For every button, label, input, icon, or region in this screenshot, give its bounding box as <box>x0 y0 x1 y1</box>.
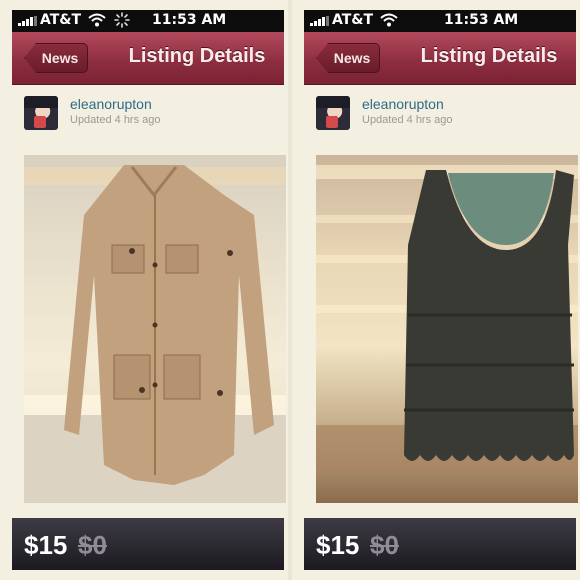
back-button-label: News <box>41 50 79 66</box>
seller-username[interactable]: eleanorupton <box>70 96 152 112</box>
avatar[interactable] <box>24 96 58 130</box>
updated-timestamp: Updated 4 hrs ago <box>70 114 161 126</box>
carrier-label: AT&T <box>40 12 82 28</box>
original-price: $0 <box>78 530 107 560</box>
listing-screen-right: AT&T 11:53 AM News Listing Details elean… <box>292 0 580 580</box>
tank-top-photo <box>316 165 578 475</box>
listing-photo[interactable] <box>24 155 286 503</box>
listing-price: $15 <box>316 530 360 560</box>
carrier-label: AT&T <box>332 12 374 28</box>
clock: 11:53 AM <box>152 12 227 28</box>
listing-price: $15 <box>24 530 68 560</box>
seller-username[interactable]: eleanorupton <box>362 96 444 112</box>
signal-bars-icon <box>310 16 329 26</box>
page-title: Listing Details <box>420 45 558 67</box>
listing-screen-left: AT&T 11:53 AM News Listing Details elean… <box>0 0 288 580</box>
nav-bar: News Listing Details <box>304 32 576 85</box>
back-button-label: News <box>333 50 371 66</box>
clock: 11:53 AM <box>444 12 519 28</box>
status-bar: AT&T 11:53 AM <box>12 10 284 32</box>
original-price: $0 <box>370 530 399 560</box>
updated-timestamp: Updated 4 hrs ago <box>362 114 453 126</box>
listing-photo[interactable] <box>316 155 578 503</box>
wifi-icon <box>88 13 106 27</box>
price-bar: $15 $0 <box>304 518 576 570</box>
back-button[interactable]: News <box>316 43 380 73</box>
avatar[interactable] <box>316 96 350 130</box>
status-bar: AT&T 11:53 AM <box>304 10 576 32</box>
activity-spinner-icon <box>114 12 130 28</box>
seller-row[interactable]: eleanorupton Updated 4 hrs ago <box>316 96 576 132</box>
price-bar: $15 $0 <box>12 518 284 570</box>
back-button[interactable]: News <box>24 43 88 73</box>
jacket-photo <box>24 165 286 503</box>
seller-row[interactable]: eleanorupton Updated 4 hrs ago <box>24 96 284 132</box>
nav-bar: News Listing Details <box>12 32 284 85</box>
page-title: Listing Details <box>128 45 266 67</box>
wifi-icon <box>380 13 398 27</box>
signal-bars-icon <box>18 16 37 26</box>
